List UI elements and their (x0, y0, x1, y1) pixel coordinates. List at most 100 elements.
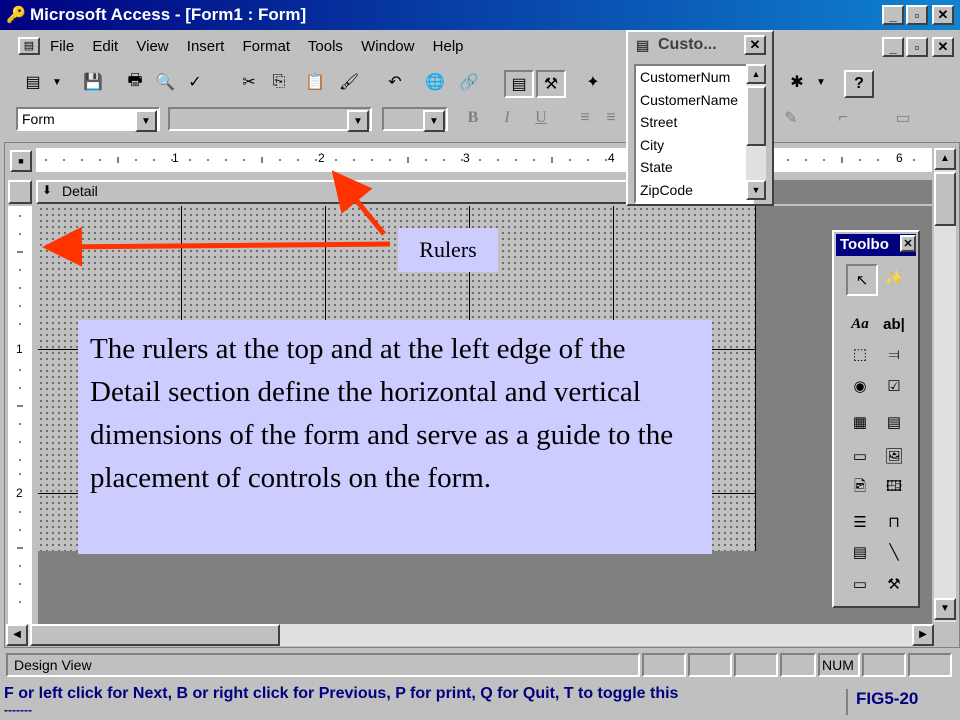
scroll-up-button[interactable]: ▲ (934, 148, 956, 170)
web-toolbar-icon[interactable]: 🌐 (422, 70, 448, 94)
help-icon[interactable]: ? (844, 70, 874, 98)
list-box-icon[interactable]: ▤ (880, 408, 908, 436)
field-list-scrollbar[interactable]: ▲ ▼ (746, 64, 766, 200)
save-icon[interactable]: 💾 (80, 70, 106, 94)
menu-help[interactable]: Help (433, 38, 464, 55)
control-wizards-icon[interactable]: ✨ (880, 264, 908, 292)
vertical-ruler-ticks (17, 215, 23, 603)
print-icon[interactable]: 🖶 (122, 70, 148, 94)
menu-format[interactable]: Format (242, 38, 290, 55)
autoformat-icon[interactable]: ✦ (580, 70, 606, 94)
list-item[interactable]: Street (640, 111, 752, 134)
combo-box-icon[interactable]: ▦ (846, 408, 874, 436)
chevron-down-icon[interactable]: ▼ (347, 110, 369, 132)
font-size-combo[interactable]: ▼ (382, 107, 448, 132)
border-width-icon[interactable]: ⌐ (830, 106, 856, 130)
chevron-down-icon[interactable]: ▼ (808, 70, 834, 94)
select-pointer-icon[interactable]: ↖ (846, 264, 878, 296)
spelling-icon[interactable]: ✓ (182, 70, 208, 94)
toolbox-title-bar[interactable]: Toolbo ✕ (836, 234, 916, 256)
cut-icon[interactable]: ✂ (236, 70, 262, 94)
scroll-thumb[interactable] (30, 624, 280, 646)
line-color-icon[interactable]: ✎ (778, 106, 804, 130)
chevron-down-icon[interactable]: ▼ (135, 110, 157, 132)
scroll-up-button[interactable]: ▲ (746, 64, 766, 84)
text-box-icon[interactable]: ab| (880, 310, 908, 338)
page-break-icon[interactable]: ☰ (846, 508, 874, 536)
form-icon[interactable]: ▤ (18, 37, 40, 55)
detail-section-label: Detail (62, 183, 98, 199)
toolbox-icon[interactable]: ⚒ (536, 70, 566, 98)
standard-toolbar: ▤ ▼ 💾 🖶 🔍 ✓ ✂ ⎘ 📋 🖌 ↶ 🌐 🔗 ▤ ⚒ ✦ ✱ ▼ ? (0, 64, 960, 100)
scroll-left-button[interactable]: ◀ (6, 624, 28, 646)
object-combo[interactable]: Form ▼ (16, 107, 160, 132)
print-preview-icon[interactable]: 🔍 (152, 70, 178, 94)
detail-bar-gray (758, 180, 932, 204)
list-item[interactable]: State (640, 156, 752, 179)
bold-icon[interactable]: B (460, 106, 486, 130)
restore-button[interactable]: ▫ (906, 5, 928, 25)
menu-insert[interactable]: Insert (187, 38, 225, 55)
close-button[interactable]: ✕ (744, 35, 766, 55)
option-group-icon[interactable]: ⬚ (846, 340, 874, 368)
list-item[interactable]: City (640, 134, 752, 157)
menu-edit[interactable]: Edit (92, 38, 118, 55)
paste-icon[interactable]: 📋 (302, 70, 328, 94)
rectangle-icon[interactable]: ▭ (846, 570, 874, 598)
menu-file[interactable]: File (50, 38, 74, 55)
menu-view[interactable]: View (136, 38, 168, 55)
toggle-button-icon[interactable]: ⫤ (880, 340, 908, 368)
list-item[interactable]: ZipCode (640, 179, 752, 202)
instruction-bar: F or left click for Next, B or right cli… (0, 683, 960, 720)
special-effect-icon[interactable]: ▭ (890, 106, 916, 130)
doc-restore-button[interactable]: ▫ (906, 37, 928, 57)
toolbox-window: Toolbo ✕ ↖ ✨ Aa ab| ⬚ ⫤ ◉ ☑ ▦ ▤ ▭ 🖼 🖻 🖽 … (832, 230, 920, 608)
chevron-down-icon[interactable]: ▼ (423, 110, 445, 132)
field-list-title-bar[interactable]: ▤ Custo... ✕ (630, 34, 770, 60)
view-icon[interactable]: ▤ (20, 70, 46, 94)
label-icon[interactable]: Aa (846, 310, 874, 338)
tab-control-icon[interactable]: ⊓ (880, 508, 908, 536)
horizontal-ruler-ticks (45, 157, 915, 163)
list-item[interactable]: CustomerName (640, 89, 752, 112)
doc-minimize-button[interactable]: _ (882, 37, 904, 57)
doc-close-button[interactable]: ✕ (932, 37, 954, 57)
undo-icon[interactable]: ↶ (382, 70, 408, 94)
italic-icon[interactable]: I (494, 106, 520, 130)
unbound-object-frame-icon[interactable]: 🖻 (846, 474, 874, 502)
format-painter-icon[interactable]: 🖌 (336, 70, 362, 94)
underline-icon[interactable]: U (528, 106, 554, 130)
bound-object-frame-icon[interactable]: 🖽 (880, 474, 908, 502)
rulers-label: Rulers (398, 228, 498, 272)
align-left-icon[interactable]: ≡ (572, 106, 598, 130)
check-box-icon[interactable]: ☑ (880, 372, 908, 400)
close-button[interactable]: ✕ (932, 5, 954, 25)
horizontal-scrollbar[interactable]: ◀ ▶ (6, 624, 934, 646)
hyperlink-icon[interactable]: 🔗 (456, 70, 482, 94)
line-icon[interactable]: ╲ (880, 538, 908, 566)
list-item[interactable]: CustomerNum (640, 66, 752, 89)
select-form-button[interactable]: ■ (10, 150, 32, 172)
copy-icon[interactable]: ⎘ (266, 70, 292, 94)
new-object-icon[interactable]: ✱ (784, 70, 810, 94)
more-controls-icon[interactable]: ⚒ (880, 570, 908, 598)
scroll-thumb[interactable] (934, 172, 956, 226)
scroll-down-button[interactable]: ▼ (746, 180, 766, 200)
chevron-down-icon[interactable]: ▼ (44, 70, 70, 94)
font-combo[interactable]: ▼ (168, 107, 372, 132)
close-button[interactable]: ✕ (900, 235, 916, 252)
vertical-scrollbar[interactable]: ▲ ▼ (934, 148, 956, 622)
scroll-thumb[interactable] (746, 86, 766, 146)
field-list-icon[interactable]: ▤ (504, 70, 534, 98)
menu-window[interactable]: Window (361, 38, 414, 55)
scroll-down-button[interactable]: ▼ (934, 598, 956, 620)
image-icon[interactable]: 🖼 (880, 442, 908, 470)
subform-icon[interactable]: ▤ (846, 538, 874, 566)
option-button-icon[interactable]: ◉ (846, 372, 874, 400)
scroll-right-button[interactable]: ▶ (912, 624, 934, 646)
command-button-icon[interactable]: ▭ (846, 442, 874, 470)
menu-tools[interactable]: Tools (308, 38, 343, 55)
minimize-button[interactable]: _ (882, 5, 904, 25)
ruler-mark-6: 6 (896, 151, 903, 165)
align-center-icon[interactable]: ≡ (598, 106, 624, 130)
